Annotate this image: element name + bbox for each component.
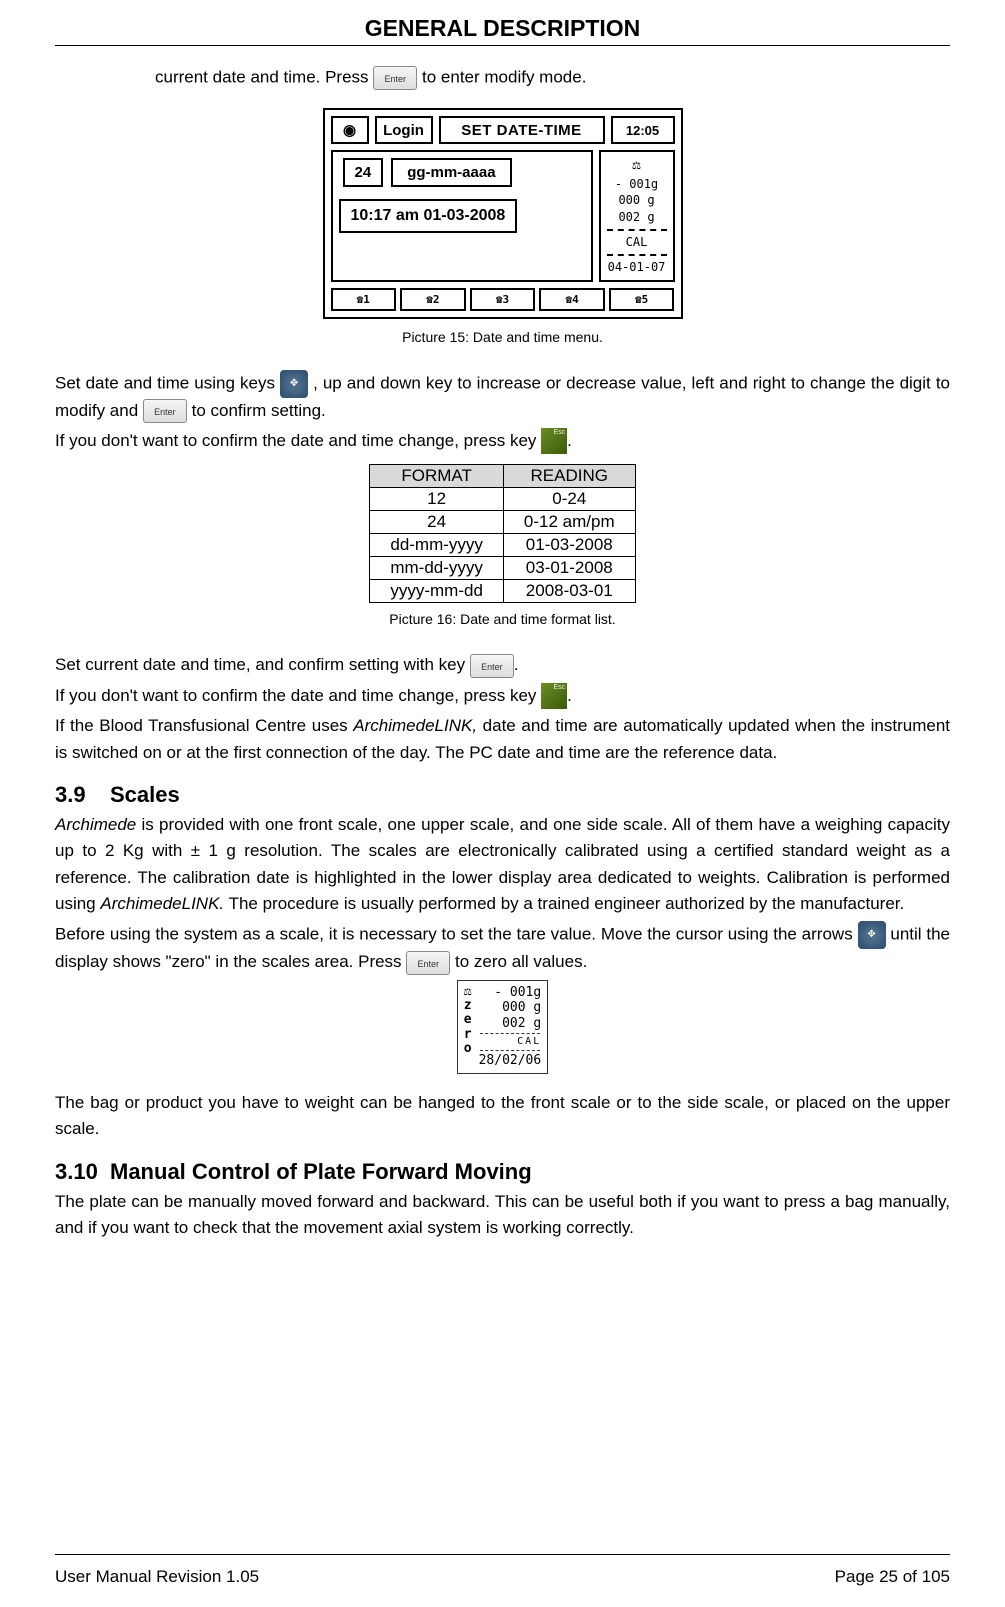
datetime-field: 10:17 am 01-03-2008 <box>339 199 518 233</box>
enter-key-icon: Enter <box>373 66 417 90</box>
fn-5: ☎5 <box>609 288 675 311</box>
footer-revision: User Manual Revision 1.05 <box>55 1567 259 1587</box>
date-format-box: gg-mm-aaaa <box>391 158 511 187</box>
enter-key-icon: Enter <box>143 399 187 423</box>
page-header-title: GENERAL DESCRIPTION <box>55 15 950 42</box>
weight-line-1: - 001g <box>605 176 669 193</box>
header-divider <box>55 45 950 46</box>
arrows-key-icon: ✥ <box>280 370 308 398</box>
weights-panel: ⚖ - 001g 000 g 002 g CAL 04-01-07 <box>599 150 675 282</box>
esc-key-icon: Esc <box>541 683 567 709</box>
scale-readings: - 001g 000 g 002 g CAL 28/02/06 <box>479 985 542 1069</box>
table-row: 240-12 am/pm <box>370 511 635 534</box>
paragraph-confirm: Set current date and time, and confirm s… <box>55 652 950 678</box>
weight-line-2: 000 g <box>605 192 669 209</box>
paragraph-archimede-link: If the Blood Transfusional Centre uses A… <box>55 713 950 766</box>
paragraph-set-date: Set date and time using keys ✥ , up and … <box>55 370 950 424</box>
section-number: 3.9 <box>55 782 110 808</box>
clock-time: 12:05 <box>611 116 675 144</box>
eye-icon: ◉ <box>331 116 369 144</box>
table-row: 120-24 <box>370 488 635 511</box>
section-3-9-heading: 3.9Scales <box>55 782 950 808</box>
cal-date: 04-01-07 <box>605 259 669 276</box>
figure-16-caption: Picture 16: Date and time format list. <box>55 611 950 627</box>
th-format: FORMAT <box>370 465 504 488</box>
intro-text-before: current date and time. Press <box>155 67 373 86</box>
footer-divider <box>55 1554 950 1555</box>
enter-key-icon: Enter <box>406 951 450 975</box>
paragraph-cancel-1: If you don't want to confirm the date an… <box>55 428 950 455</box>
fn-3: ☎3 <box>470 288 536 311</box>
device-screen-mock: ◉ Login SET DATE-TIME 12:05 24 gg-mm-aaa… <box>323 108 683 319</box>
esc-key-icon: Esc <box>541 428 567 454</box>
page-footer: User Manual Revision 1.05 Page 25 of 105 <box>55 1554 950 1587</box>
screen-title: SET DATE-TIME <box>439 116 605 144</box>
section-title: Manual Control of Plate Forward Moving <box>110 1159 532 1184</box>
cal-label: CAL <box>605 234 669 251</box>
fn-2: ☎2 <box>400 288 466 311</box>
paragraph-cancel-2: If you don't want to confirm the date an… <box>55 683 950 710</box>
section-3-10-heading: 3.10Manual Control of Plate Forward Movi… <box>55 1159 950 1185</box>
format-table: FORMAT READING 120-24 240-12 am/pm dd-mm… <box>369 464 635 603</box>
table-row: dd-mm-yyyy01-03-2008 <box>370 534 635 557</box>
footer-page-number: Page 25 of 105 <box>835 1567 950 1587</box>
manual-control-paragraph: The plate can be manually moved forward … <box>55 1189 950 1242</box>
scale-figure: ⚖zero - 001g 000 g 002 g CAL 28/02/06 <box>55 980 950 1074</box>
scales-paragraph-2: Before using the system as a scale, it i… <box>55 921 950 975</box>
section-number: 3.10 <box>55 1159 110 1185</box>
intro-text-after: to enter modify mode. <box>417 67 586 86</box>
weights-icon: ⚖ <box>605 156 669 176</box>
intro-paragraph: current date and time. Press Enter to en… <box>55 66 950 90</box>
function-keys-row: ☎1 ☎2 ☎3 ☎4 ☎5 <box>331 288 675 311</box>
th-reading: READING <box>503 465 635 488</box>
weight-line-3: 002 g <box>605 209 669 226</box>
table-row: yyyy-mm-dd2008-03-01 <box>370 580 635 603</box>
section-title: Scales <box>110 782 180 807</box>
figure-15: ◉ Login SET DATE-TIME 12:05 24 gg-mm-aaa… <box>55 108 950 319</box>
fn-1: ☎1 <box>331 288 397 311</box>
enter-key-icon: Enter <box>470 654 514 678</box>
main-panel: 24 gg-mm-aaaa 10:17 am 01-03-2008 <box>331 150 593 282</box>
table-row: mm-dd-yyyy03-01-2008 <box>370 557 635 580</box>
bag-placement-paragraph: The bag or product you have to weight ca… <box>55 1090 950 1143</box>
scales-paragraph-1: Archimede is provided with one front sca… <box>55 812 950 917</box>
zero-label-vertical: ⚖zero <box>464 985 473 1056</box>
fn-4: ☎4 <box>539 288 605 311</box>
login-label: Login <box>375 116 433 144</box>
arrows-key-icon: ✥ <box>858 921 886 949</box>
value-24-box: 24 <box>343 158 384 187</box>
figure-15-caption: Picture 15: Date and time menu. <box>55 329 950 345</box>
